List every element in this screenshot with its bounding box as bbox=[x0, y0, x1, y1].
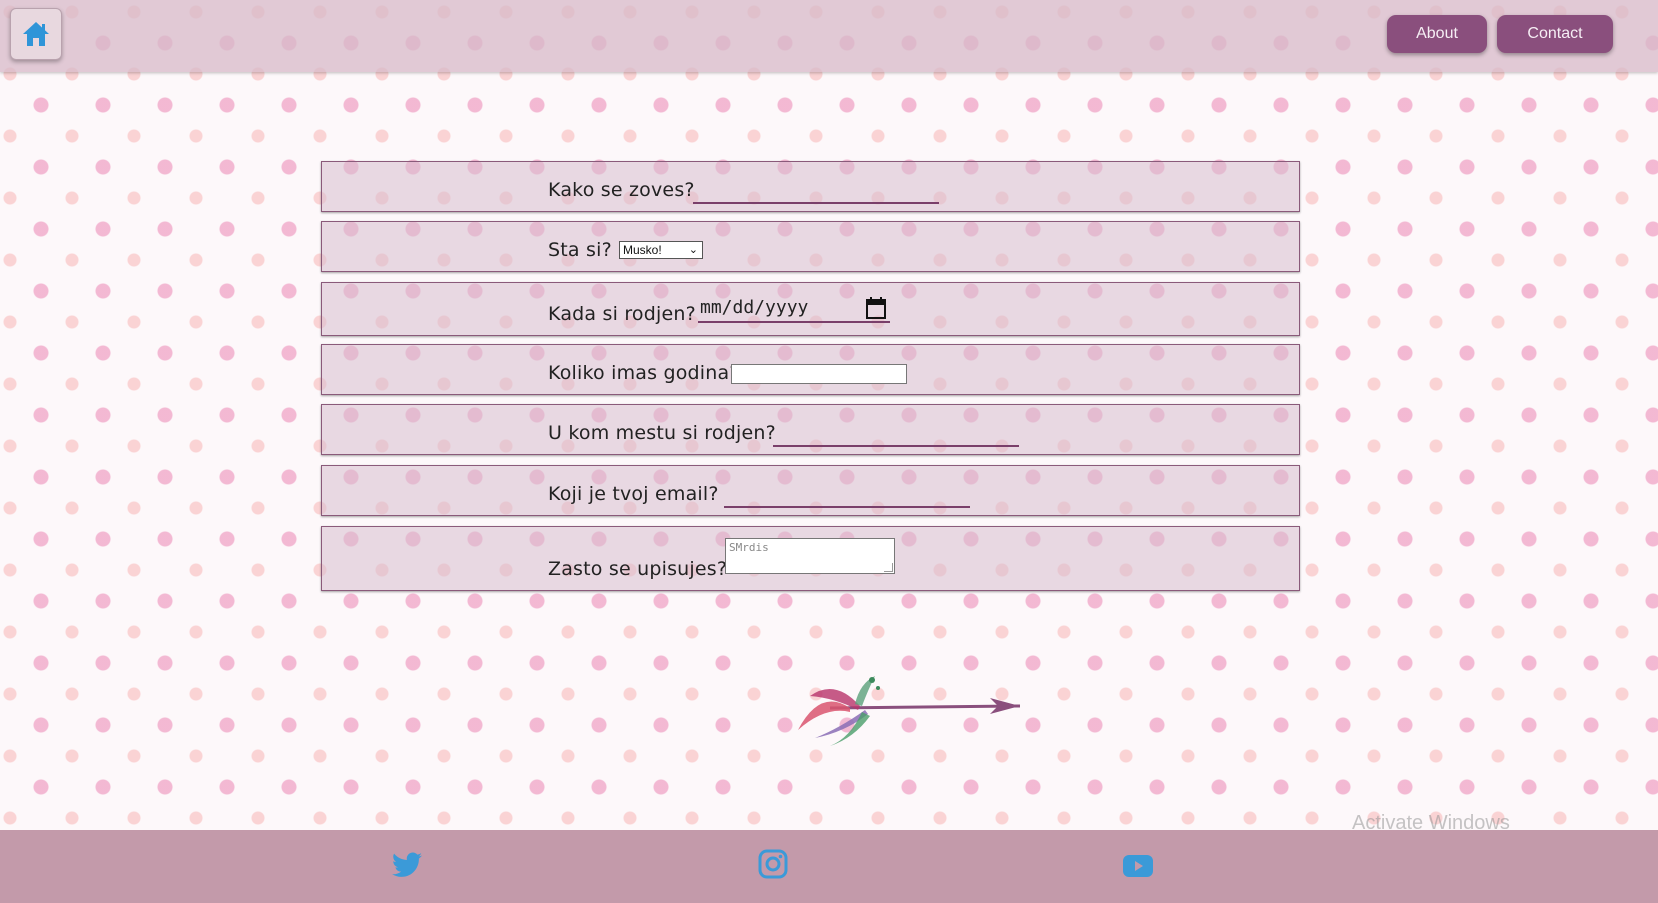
age-input[interactable] bbox=[731, 364, 907, 384]
birthdate-placeholder: mm/dd/yyyy bbox=[700, 297, 809, 318]
age-label: Koliko imas godina? bbox=[548, 362, 740, 384]
gender-label: Sta si? bbox=[548, 239, 612, 261]
contact-button[interactable]: Contact bbox=[1497, 15, 1613, 53]
gender-select[interactable]: Musko! ⌄ bbox=[619, 241, 703, 259]
chevron-down-icon: ⌄ bbox=[688, 244, 698, 256]
form-row-gender: Sta si? Musko! ⌄ bbox=[321, 221, 1300, 272]
calendar-icon[interactable] bbox=[866, 297, 886, 319]
reason-label: Zasto se upisujes? bbox=[548, 558, 728, 580]
birthdate-label: Kada si rodjen? bbox=[548, 303, 696, 325]
about-button[interactable]: About bbox=[1387, 15, 1487, 53]
reason-placeholder: SMrdis bbox=[729, 541, 769, 554]
form-row-birthplace: U kom mestu si rodjen? bbox=[321, 404, 1300, 455]
form-row-name: Kako se zoves? bbox=[321, 161, 1300, 212]
youtube-icon[interactable] bbox=[1123, 855, 1153, 877]
name-label: Kako se zoves? bbox=[548, 179, 695, 201]
birthplace-input[interactable] bbox=[773, 419, 1019, 447]
reason-textarea[interactable]: SMrdis bbox=[725, 538, 895, 574]
resize-handle[interactable] bbox=[884, 563, 893, 572]
form-row-reason: Zasto se upisujes? SMrdis bbox=[321, 526, 1300, 591]
home-button[interactable] bbox=[10, 8, 62, 60]
name-input[interactable] bbox=[693, 176, 939, 204]
email-label: Koji je tvoj email? bbox=[548, 483, 719, 505]
gender-select-value: Musko! bbox=[623, 243, 662, 257]
header-bar: About Contact bbox=[0, 0, 1658, 72]
feather-arrow-icon bbox=[798, 676, 1021, 746]
footer-bar bbox=[0, 830, 1658, 903]
form-row-birthdate: Kada si rodjen? mm/dd/yyyy bbox=[321, 282, 1300, 336]
form-row-age: Koliko imas godina? bbox=[321, 344, 1300, 395]
instagram-icon[interactable] bbox=[758, 849, 788, 879]
birthdate-input[interactable]: mm/dd/yyyy bbox=[698, 295, 890, 323]
email-input[interactable] bbox=[724, 480, 970, 508]
birthplace-label: U kom mestu si rodjen? bbox=[548, 422, 776, 444]
home-icon bbox=[23, 22, 49, 46]
twitter-icon[interactable] bbox=[392, 852, 422, 878]
form-row-email: Koji je tvoj email? bbox=[321, 465, 1300, 516]
